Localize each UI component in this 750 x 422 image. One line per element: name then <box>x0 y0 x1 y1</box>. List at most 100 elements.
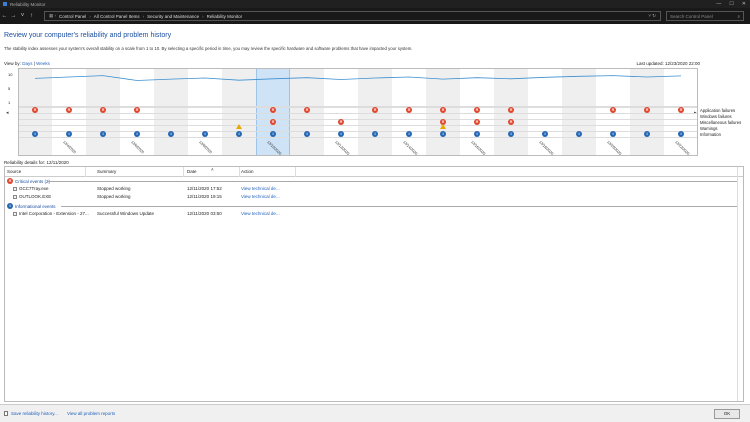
breadcrumb[interactable]: ▦ › Control Panel › All Control Panel It… <box>44 11 661 21</box>
row-summary: Stopped working <box>97 194 131 199</box>
app-failure-icon[interactable]: ✕ <box>304 107 310 113</box>
chevron-right-icon: › <box>89 13 91 19</box>
chevron-down-icon[interactable]: ˅ ↻ <box>648 13 660 19</box>
information-icon[interactable]: i <box>610 131 616 137</box>
ok-button[interactable]: OK <box>714 409 740 419</box>
y-tick-label: 10 <box>8 72 13 77</box>
last-updated: Last updated: 12/23/2020 22:00 <box>636 61 700 66</box>
details-title: Reliability details for: 12/11/2020 <box>4 160 69 165</box>
back-button[interactable]: ← <box>0 13 9 19</box>
table-header: Source Summary Date ˄ Action <box>5 167 743 177</box>
row-label-app-failures: Application failures <box>700 108 736 113</box>
stability-chart[interactable]: ✕ i ✕ i ✕ i ✕ i i i i ✕ ✕ i ✕ i ✕ i ✕ i ✕ i ✕ ✕ i ✕ ✕ i ✕ ✕ i i i ✕ i ✕ i ✕ i 1… <box>18 68 698 156</box>
information-icon[interactable]: i <box>100 131 106 137</box>
table-scrollbar[interactable] <box>737 167 743 401</box>
column-summary[interactable]: Summary <box>97 169 116 174</box>
save-history-link[interactable]: Save reliability history... <box>4 411 58 416</box>
information-icon[interactable]: i <box>372 131 378 137</box>
view-by-separator: | <box>33 61 35 66</box>
view-by-label: View by: <box>4 61 21 66</box>
view-by-days-link[interactable]: Days <box>22 61 32 66</box>
warning-icon[interactable] <box>236 124 242 129</box>
maximize-button[interactable]: ☐ <box>729 1 733 7</box>
up-button[interactable]: ↑ <box>27 13 36 19</box>
update-icon <box>13 212 17 216</box>
search-input[interactable]: Search Control Panel ⌕ <box>666 11 744 21</box>
app-failure-icon[interactable]: ✕ <box>372 107 378 113</box>
app-failure-icon[interactable]: ✕ <box>100 107 106 113</box>
misc-failure-icon[interactable]: ✕ <box>270 119 276 125</box>
informational-events-group[interactable]: i Informational events <box>7 203 56 209</box>
app-failure-icon[interactable]: ✕ <box>134 107 140 113</box>
app-failure-icon[interactable]: ✕ <box>644 107 650 113</box>
table-row[interactable]: Intel Corporation - Extension - 27... Su… <box>5 210 743 218</box>
view-technical-details-link[interactable]: View technical de... <box>241 186 280 191</box>
row-source: OUTLOOK.EXE <box>19 194 52 199</box>
app-failure-icon[interactable]: ✕ <box>440 107 446 113</box>
crumb-all-items[interactable]: All Control Panel Items <box>94 14 140 19</box>
app-failure-icon[interactable]: ✕ <box>270 107 276 113</box>
information-icon[interactable]: i <box>406 131 412 137</box>
information-icon[interactable]: i <box>474 131 480 137</box>
details-table: Source Summary Date ˄ Action ✕ Critical … <box>4 166 744 402</box>
crumb-control-panel[interactable]: Control Panel <box>59 14 86 19</box>
warning-icon[interactable] <box>440 124 446 129</box>
app-icon <box>13 195 17 199</box>
row-date: 12/11/2020 17:52 <box>187 186 222 191</box>
information-icon[interactable]: i <box>202 131 208 137</box>
misc-failure-icon[interactable]: ✕ <box>508 119 514 125</box>
information-icon[interactable]: i <box>66 131 72 137</box>
minimize-button[interactable]: — <box>716 1 721 7</box>
close-button[interactable]: ✕ <box>742 1 746 7</box>
crumb-security-maintenance[interactable]: Security and Maintenance <box>147 14 199 19</box>
information-icon[interactable]: i <box>576 131 582 137</box>
row-date: 12/11/2020 19:15 <box>187 194 222 199</box>
misc-failure-icon[interactable]: ✕ <box>474 119 480 125</box>
forward-button[interactable]: → <box>9 13 18 19</box>
y-tick-label: 1 <box>8 100 11 105</box>
information-icon[interactable]: i <box>134 131 140 137</box>
information-icon[interactable]: i <box>32 131 38 137</box>
save-icon <box>4 411 8 416</box>
column-source[interactable]: Source <box>7 169 21 174</box>
information-icon[interactable]: i <box>236 131 242 137</box>
information-icon[interactable]: i <box>678 131 684 137</box>
table-row[interactable]: OUTLOOK.EXE Stopped working 12/11/2020 1… <box>5 193 743 201</box>
misc-failure-icon[interactable]: ✕ <box>338 119 344 125</box>
app-failure-icon[interactable]: ✕ <box>508 107 514 113</box>
row-summary: Stopped working <box>97 186 131 191</box>
crumb-reliability-monitor[interactable]: Reliability Monitor <box>207 14 243 19</box>
critical-events-label: Critical events (2) <box>15 178 51 184</box>
chart-scroll-left-icon[interactable]: ◂ <box>6 110 9 116</box>
chevron-right-icon: › <box>202 13 204 19</box>
information-icon[interactable]: i <box>270 131 276 137</box>
information-icon[interactable]: i <box>338 131 344 137</box>
view-technical-details-link[interactable]: View technical de... <box>241 194 280 199</box>
app-failure-icon[interactable]: ✕ <box>406 107 412 113</box>
app-failure-icon[interactable]: ✕ <box>474 107 480 113</box>
info-icon: i <box>7 203 13 209</box>
control-panel-icon: ▦ › <box>49 13 57 18</box>
column-date[interactable]: Date <box>187 169 197 174</box>
view-all-reports-link[interactable]: View all problem reports <box>67 411 115 416</box>
page-description: The stability index assesses your system… <box>4 46 413 51</box>
view-by-weeks-link[interactable]: Weeks <box>36 61 50 66</box>
column-action[interactable]: Action <box>241 169 254 174</box>
information-icon[interactable]: i <box>168 131 174 137</box>
information-icon[interactable]: i <box>508 131 514 137</box>
app-failure-icon[interactable]: ✕ <box>32 107 38 113</box>
critical-events-group[interactable]: ✕ Critical events (2) <box>7 178 50 184</box>
row-summary: Successful Windows Update <box>97 211 155 216</box>
information-icon[interactable]: i <box>304 131 310 137</box>
app-failure-icon[interactable]: ✕ <box>66 107 72 113</box>
app-failure-icon[interactable]: ✕ <box>678 107 684 113</box>
view-technical-details-link[interactable]: View technical de... <box>241 211 280 216</box>
table-row[interactable]: GCC7Tray.exe Stopped working 12/11/2020 … <box>5 185 743 193</box>
address-bar: ← → ˅ ↑ ▦ › Control Panel › All Control … <box>0 8 750 24</box>
information-icon[interactable]: i <box>542 131 548 137</box>
recent-dropdown-button[interactable]: ˅ <box>18 13 27 19</box>
information-icon[interactable]: i <box>644 131 650 137</box>
information-icon[interactable]: i <box>440 131 446 137</box>
row-label-windows-failures: Windows failures <box>700 114 732 119</box>
app-failure-icon[interactable]: ✕ <box>610 107 616 113</box>
